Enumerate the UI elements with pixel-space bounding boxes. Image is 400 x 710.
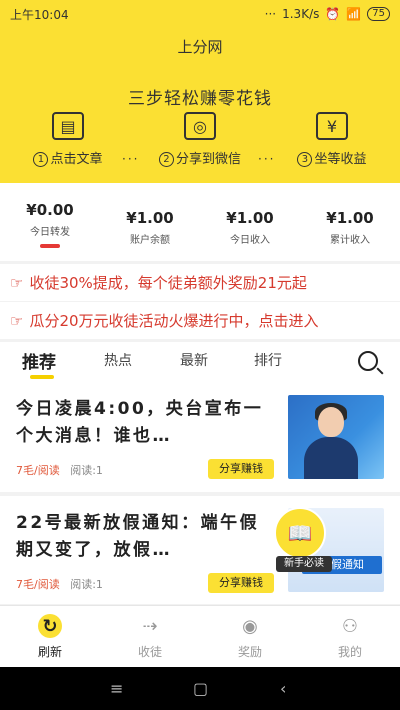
nav-label: 刷新 bbox=[37, 645, 62, 659]
article-title: 今日凌晨4:00，央台宣布一个大消息！谁也… bbox=[16, 399, 264, 446]
header: 上午10:04 ··· 1.3K/s ⏰ 📶 75 上分网 三步轻松赚零花钱 ▤… bbox=[0, 0, 400, 183]
nav-mine[interactable]: ⚇ 我的 bbox=[310, 614, 390, 660]
balance-label: 今日收入 bbox=[230, 235, 270, 246]
step-number: 1 bbox=[33, 152, 49, 167]
beginner-guide-icon[interactable]: 📖 bbox=[274, 507, 326, 559]
step-click-article[interactable]: ▤ 1 点击文章 bbox=[8, 112, 128, 167]
nav-label: 我的 bbox=[337, 645, 362, 659]
article-price: 7毛/阅读 bbox=[16, 464, 60, 477]
balance-label: 账户余额 bbox=[130, 235, 170, 246]
network-speed: 1.3K/s bbox=[282, 7, 320, 21]
nav-label: 奖励 bbox=[237, 645, 262, 659]
status-dots: ··· bbox=[264, 7, 277, 21]
article-icon: ▤ bbox=[52, 112, 84, 140]
step-number: 2 bbox=[158, 152, 174, 167]
nav-reward[interactable]: ◉ 奖励 bbox=[210, 614, 290, 660]
menu-icon[interactable]: ≡ bbox=[110, 679, 123, 698]
tab-latest[interactable]: 最新 bbox=[180, 350, 208, 370]
balance-value: ¥1.00 bbox=[226, 209, 274, 227]
battery-icon: 75 bbox=[367, 7, 390, 21]
category-tabs: 推荐 热点 最新 排行 bbox=[0, 342, 400, 382]
yuan-icon: ¥ bbox=[316, 112, 348, 140]
app-title: 上分网 bbox=[177, 38, 223, 56]
beginner-guide-label[interactable]: 新手必读 bbox=[276, 556, 332, 572]
promo-text: 瓜分20万元收徒活动火爆进行中，点击进入 bbox=[29, 312, 319, 330]
article-title: 22号最新放假通知：端午假期又变了，放假… bbox=[16, 513, 260, 560]
step-label: 点击文章 bbox=[50, 152, 103, 167]
wifi-icon: 📶 bbox=[346, 7, 362, 21]
pointing-hand-icon: ☞ bbox=[10, 273, 24, 292]
article-thumbnail bbox=[288, 395, 384, 479]
step-share-wechat[interactable]: ◎ 2 分享到微信 bbox=[140, 112, 260, 167]
article-item[interactable]: 今日凌晨4:00，央台宣布一个大消息！谁也… 7毛/阅读 阅读:1 分享赚钱 bbox=[0, 382, 400, 492]
active-indicator bbox=[40, 244, 60, 248]
search-icon[interactable] bbox=[358, 351, 378, 371]
slogan: 三步轻松赚零花钱 bbox=[128, 89, 272, 109]
steps-row: ▤ 1 点击文章 ··· ◎ 2 分享到微信 ··· ¥ 3 坐等收益 bbox=[0, 112, 400, 172]
step-separator: ··· bbox=[122, 152, 140, 166]
article-reads: 阅读:1 bbox=[70, 464, 103, 477]
balance-total-income[interactable]: ¥1.00 累计收入 bbox=[300, 209, 400, 246]
back-icon[interactable]: ‹ bbox=[280, 679, 286, 698]
eye-icon: ◉ bbox=[242, 615, 258, 637]
refresh-icon: ↻ bbox=[38, 614, 62, 638]
tab-underline bbox=[30, 375, 54, 379]
nav-apprentice[interactable]: ⇢ 收徒 bbox=[110, 614, 190, 660]
balance-value: ¥1.00 bbox=[126, 209, 174, 227]
tab-recommend[interactable]: 推荐 bbox=[22, 348, 56, 373]
pointing-hand-icon: ☞ bbox=[10, 311, 24, 330]
article-item[interactable]: 22号最新放假通知：端午假期又变了，放假… 7毛/阅读 阅读:1 分享赚钱 放假… bbox=[0, 496, 400, 604]
article-price: 7毛/阅读 bbox=[16, 578, 60, 591]
wechat-icon: ◎ bbox=[184, 112, 216, 140]
share-earn-button[interactable]: 分享赚钱 bbox=[208, 573, 274, 593]
balance-value: ¥1.00 bbox=[326, 209, 374, 227]
balance-label: 累计收入 bbox=[330, 235, 370, 246]
step-earn[interactable]: ¥ 3 坐等收益 bbox=[272, 112, 392, 167]
system-navigation-bar: ≡ ▢ ‹ bbox=[0, 667, 400, 710]
balance-panel: ¥0.00 今日转发 ¥1.00 账户余额 ¥1.00 今日收入 ¥1.00 累… bbox=[0, 183, 400, 261]
alarm-icon: ⏰ bbox=[325, 7, 341, 21]
user-icon: ⚇ bbox=[341, 615, 359, 637]
balance-label: 今日转发 bbox=[30, 227, 70, 238]
status-time: 上午10:04 bbox=[10, 7, 69, 22]
balance-today-forward[interactable]: ¥0.00 今日转发 bbox=[0, 201, 100, 248]
status-bar: 上午10:04 ··· 1.3K/s ⏰ 📶 75 bbox=[0, 0, 400, 28]
nav-label: 收徒 bbox=[137, 645, 162, 659]
step-number: 3 bbox=[297, 152, 313, 167]
bottom-nav: ↻ 刷新 ⇢ 收徒 ◉ 奖励 ⚇ 我的 bbox=[0, 605, 400, 667]
share-earn-button[interactable]: 分享赚钱 bbox=[208, 459, 274, 479]
promo-text: 收徒30%提成，每个徒弟额外奖励21元起 bbox=[29, 274, 307, 292]
article-reads: 阅读:1 bbox=[70, 578, 103, 591]
home-icon[interactable]: ▢ bbox=[193, 679, 208, 698]
balance-account[interactable]: ¥1.00 账户余额 bbox=[100, 209, 200, 246]
balance-value: ¥0.00 bbox=[26, 201, 74, 219]
balance-today-income[interactable]: ¥1.00 今日收入 bbox=[200, 209, 300, 246]
step-label: 坐等收益 bbox=[314, 152, 367, 167]
tab-hot[interactable]: 热点 bbox=[104, 350, 132, 370]
nav-refresh[interactable]: ↻ 刷新 bbox=[10, 614, 90, 660]
share-user-icon: ⇢ bbox=[142, 615, 158, 637]
tab-ranking[interactable]: 排行 bbox=[254, 350, 282, 370]
promo-apprentice[interactable]: ☞ 收徒30%提成，每个徒弟额外奖励21元起 bbox=[0, 264, 400, 301]
step-label: 分享到微信 bbox=[175, 152, 241, 167]
promo-campaign[interactable]: ☞ 瓜分20万元收徒活动火爆进行中，点击进入 bbox=[0, 302, 400, 339]
